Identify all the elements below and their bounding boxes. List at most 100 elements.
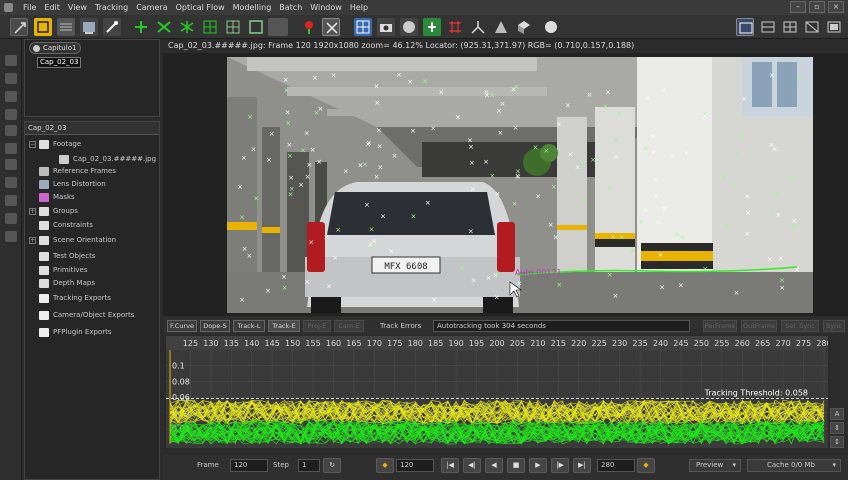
menu-file[interactable]: File [19,3,40,12]
sphere-icon[interactable] [400,18,418,36]
play-back-icon[interactable]: ◀ [485,458,503,473]
step-input[interactable]: 1 [298,459,320,472]
menu-view[interactable]: View [64,3,91,12]
tool-icon[interactable] [5,109,17,120]
tool-icon[interactable] [5,91,17,102]
track-group-icon[interactable] [178,18,196,36]
fcurve-button[interactable]: F.Curve [167,320,197,332]
snapshot-icon[interactable] [354,18,372,36]
sync-button[interactable]: Sync [823,320,845,332]
film-icon[interactable] [80,18,98,36]
move-icon[interactable] [10,18,28,36]
tool-icon[interactable] [5,195,17,206]
tree-item[interactable]: Primitives [29,264,87,276]
go-start-icon[interactable]: |◀ [441,458,459,473]
axis-icon[interactable] [446,18,464,36]
menu-modelling[interactable]: Modelling [229,3,276,12]
play-icon[interactable]: ▶ [529,458,547,473]
project-tab[interactable]: Capitulo1 [29,42,81,54]
menu-camera[interactable]: Camera [132,3,171,12]
menu-edit[interactable]: Edit [40,3,64,12]
step-back-icon[interactable]: ◀| [463,458,481,473]
tree-item[interactable]: Depth Maps [29,277,95,289]
track-select-icon[interactable] [155,18,173,36]
proj-errors-button[interactable]: Proj-E [303,320,331,332]
sel-sync-button[interactable]: Sel. Sync [781,320,819,332]
out-frame-button[interactable]: OutFrame [741,320,777,332]
frame-input[interactable]: 120 [230,459,268,472]
orient-icon[interactable] [469,18,487,36]
end-frame-input[interactable]: 280 [597,459,635,472]
tool-icon[interactable] [5,231,17,242]
camera-icon[interactable] [377,18,395,36]
graph-fit-button[interactable]: ⇕ [830,422,844,434]
menu-tracking[interactable]: Tracking [91,3,132,12]
flag-icon[interactable] [300,18,318,36]
track-errors-graph[interactable]: 125 130 135 140 145 150 155 160 165 170 175 180 185 1… [166,336,828,448]
dope-sheet-button[interactable]: Dope-S [200,320,230,332]
menu-help[interactable]: Help [346,3,372,12]
loop-icon[interactable]: ↻ [323,458,341,473]
layout-custom-icon[interactable] [803,18,821,36]
expand-toggle-icon[interactable]: + [29,207,36,215]
layout-split-icon[interactable] [759,18,777,36]
maximize-button[interactable]: ▫ [809,1,825,13]
mesh-edit-icon[interactable] [224,18,242,36]
viewer-panel[interactable]: MFX 6608 Auto 00121 × × × × × × × × × × × × × × × × × × × ×… [163,53,848,316]
wand-icon[interactable] [103,18,121,36]
menu-window[interactable]: Window [306,3,346,12]
tool-icon[interactable] [5,159,17,170]
tree-item[interactable]: − Footage [29,138,81,150]
sphere-solid-icon[interactable] [542,18,560,36]
expand-toggle-icon[interactable]: − [29,140,36,148]
start-frame-input[interactable]: 120 [396,459,434,472]
grid-overlay-icon[interactable] [423,18,441,36]
go-end-icon[interactable]: ▶| [573,458,591,473]
track-list-button[interactable]: Track-L [233,320,265,332]
minimize-button[interactable]: – [790,1,806,13]
layout-single-icon[interactable] [736,18,754,36]
tool-icon[interactable] [5,73,17,84]
grid-icon[interactable] [57,18,75,36]
select-icon[interactable] [34,18,52,36]
tree-item[interactable]: Camera/Object Exports [29,309,134,321]
track-errors-button[interactable]: Track-E [268,320,300,332]
view-quad-icon[interactable] [322,18,340,36]
cam-errors-button[interactable]: Cam-E [334,320,364,332]
set-start-icon[interactable]: ◆ [376,458,394,473]
tool-icon[interactable] [5,177,17,188]
cache-dropdown[interactable]: Cache 0/0 Mb ▾ [747,459,841,472]
cube-icon[interactable] [515,18,533,36]
locator-icon[interactable] [268,18,288,36]
tree-item[interactable]: + Scene Orientation [29,234,116,246]
tree-item[interactable]: + Groups [29,205,78,217]
layout-full-icon[interactable] [825,18,843,36]
menu-optical-flow[interactable]: Optical Flow [172,3,229,12]
graph-zoom-button[interactable]: A [830,408,844,420]
graph-pan-button[interactable]: ↕ [830,436,844,448]
tree-item[interactable]: Tracking Exports [29,292,111,304]
layout-quad-icon[interactable] [781,18,799,36]
expand-toggle-icon[interactable]: + [29,236,36,244]
tree-item[interactable]: Cap_02_03.#####.jpg [49,153,156,165]
footage-frame[interactable]: MFX 6608 Auto 00121 × × × × × × × × × × × × × × × × × × × ×… [227,57,813,313]
set-end-icon[interactable]: ◆ [637,458,655,473]
mesh-icon[interactable] [201,18,219,36]
tree-item[interactable]: PFPlugin Exports [29,326,111,338]
tool-icon[interactable] [5,213,17,224]
frame-icon[interactable] [247,18,265,36]
clip-item[interactable]: Cap_02_03 [37,57,81,68]
tree-item[interactable]: Constraints [29,219,93,231]
tree-item[interactable]: Masks [29,191,75,203]
tool-icon[interactable] [5,143,17,154]
menu-batch[interactable]: Batch [275,3,306,12]
tree-item[interactable]: Test Objects [29,250,95,262]
step-forward-icon[interactable]: |▶ [551,458,569,473]
stop-icon[interactable]: ■ [507,458,525,473]
tree-item[interactable]: Reference Frames [29,165,116,177]
track-add-icon[interactable] [132,18,150,36]
tree-item[interactable]: Lens Distortion [29,178,106,190]
preview-dropdown[interactable]: Preview ▾ [689,459,741,472]
close-button[interactable]: × [828,1,844,13]
tool-icon[interactable] [5,55,17,66]
